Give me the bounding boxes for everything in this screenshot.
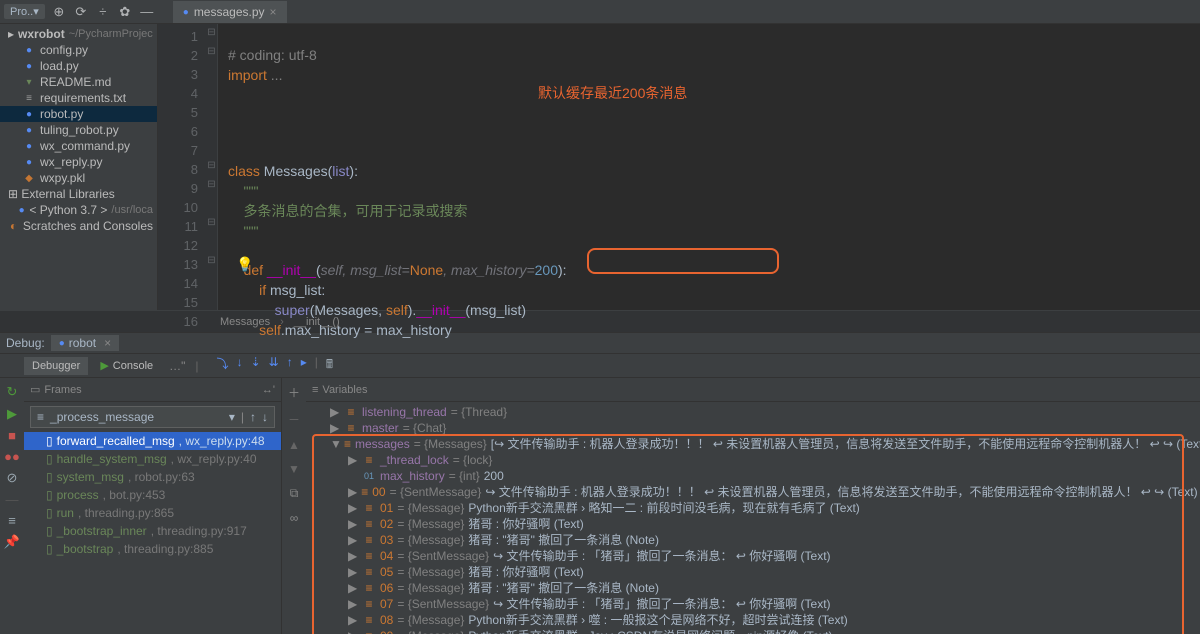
highlight-box-messages <box>312 434 1184 634</box>
down-icon[interactable]: ▼ <box>288 462 300 476</box>
debug-label: Debug: <box>6 336 45 350</box>
code-area[interactable]: # coding: utf-8 import ... class Message… <box>218 24 1200 310</box>
line-gutter: 12345678910111213141516 <box>158 24 206 310</box>
intention-bulb-icon[interactable]: 💡 <box>236 255 253 274</box>
settings-icon[interactable]: ≡ <box>8 513 16 528</box>
tree-file[interactable]: ▾README.md <box>0 74 157 90</box>
run-to-cursor-icon[interactable]: ▸ <box>301 355 307 376</box>
gear-icon[interactable]: ✿ <box>117 4 133 20</box>
debug-tabs: Debugger ▶Console …" | ⤵ ↓ ⇣ ⇊ ↑ ▸ | 🖩 <box>0 354 1200 378</box>
tree-file[interactable]: ●robot.py <box>0 106 157 122</box>
frame-item[interactable]: ▯process, bot.py:453 <box>24 486 281 504</box>
tree-file[interactable]: ●tuling_robot.py <box>0 122 157 138</box>
tree-file[interactable]: ●wx_command.py <box>0 138 157 154</box>
step-out-icon[interactable]: ↑ <box>287 355 293 376</box>
more-icon[interactable]: …" <box>169 359 185 373</box>
tree-root[interactable]: ▸ wxrobot ~/PycharmProjec <box>0 26 157 42</box>
rerun-icon[interactable]: ↻ <box>7 384 18 400</box>
tree-python-sdk[interactable]: ●< Python 3.7 > /usr/loca <box>0 202 157 218</box>
collapse-icon[interactable]: ÷ <box>95 4 111 20</box>
watches-icon[interactable]: ∞ <box>290 511 299 525</box>
up-icon[interactable]: ▲ <box>288 438 300 452</box>
stop-icon[interactable]: ■ <box>8 428 16 443</box>
project-selector[interactable]: Pro..▾ <box>4 4 45 19</box>
thread-icon: ≡ <box>37 410 44 424</box>
vars-rail: ＋ － ▲ ▼ ⧉ ∞ <box>282 378 306 634</box>
tree-file[interactable]: ◆wxpy.pkl <box>0 170 157 186</box>
tree-file[interactable]: ≡requirements.txt <box>0 90 157 106</box>
add-watch-icon[interactable]: ＋ <box>288 384 300 401</box>
target-icon[interactable]: ⊕ <box>51 4 67 20</box>
variables-panel: ≡ Variables ▶≡listening_thread = {Thread}… <box>306 378 1200 634</box>
frame-item[interactable]: ▯_bootstrap_inner, threading.py:917 <box>24 522 281 540</box>
variable-row[interactable]: ▶≡listening_thread = {Thread} <box>306 404 1200 420</box>
minimize-icon[interactable]: — <box>139 4 155 20</box>
step-over-icon[interactable]: ⤵ <box>217 355 229 376</box>
vars-title: Variables <box>322 384 367 396</box>
frame-item[interactable]: ▯_bootstrap, threading.py:885 <box>24 540 281 558</box>
remove-watch-icon[interactable]: － <box>288 411 300 428</box>
mute-breakpoints-icon[interactable]: ⊘ <box>7 470 18 486</box>
annotation-text: 默认缓存最近200条消息 <box>538 84 687 103</box>
tree-file[interactable]: ●load.py <box>0 58 157 74</box>
evaluate-icon[interactable]: 🖩 <box>326 355 333 376</box>
close-icon[interactable]: × <box>104 336 111 350</box>
top-toolbar: Pro..▾ ⊕ ⟳ ÷ ✿ — ● messages.py × <box>0 0 1200 24</box>
python-file-icon: ● <box>183 7 189 18</box>
frames-icon: ▭ <box>30 383 40 396</box>
tab-debugger[interactable]: Debugger <box>24 357 88 375</box>
tree-file[interactable]: ●wx_reply.py <box>0 154 157 170</box>
refresh-icon[interactable]: ⟳ <box>73 4 89 20</box>
frame-item[interactable]: ▯handle_system_msg, wx_reply.py:40 <box>24 450 281 468</box>
tree-scratches[interactable]: ◐Scratches and Consoles <box>0 218 157 234</box>
frame-item[interactable]: ▯forward_recalled_msg, wx_reply.py:48 <box>24 432 281 450</box>
frame-item[interactable]: ▯run, threading.py:865 <box>24 504 281 522</box>
code-editor[interactable]: 12345678910111213141516 ⊟⊟⊟⊟⊟⊟ # coding:… <box>158 24 1200 310</box>
editor-tab[interactable]: ● messages.py × <box>173 1 287 23</box>
project-sidebar: ▸ wxrobot ~/PycharmProjec●config.py●load… <box>0 24 158 310</box>
fold-column: ⊟⊟⊟⊟⊟⊟ <box>206 24 218 310</box>
frame-item[interactable]: ▯system_msg, robot.py:63 <box>24 468 281 486</box>
highlight-box-param <box>587 248 779 274</box>
debug-title-bar: Debug: ● robot × <box>0 332 1200 354</box>
resume-icon[interactable]: ▶ <box>7 406 17 422</box>
debug-config-tab[interactable]: ● robot × <box>51 335 119 351</box>
tree-file[interactable]: ●config.py <box>0 42 157 58</box>
pin-icon[interactable]: 📌 <box>4 534 20 550</box>
tab-filename: messages.py <box>194 5 265 19</box>
close-icon[interactable]: × <box>270 5 277 19</box>
tab-console[interactable]: ▶Console <box>92 356 161 375</box>
view-breakpoints-icon[interactable]: ●● <box>4 449 20 464</box>
debug-left-rail: ↻ ▶ ■ ●● ⊘ — ≡ 📌 <box>0 378 24 634</box>
tree-external-libs[interactable]: ⊞ External Libraries <box>0 186 157 202</box>
next-frame-icon[interactable]: ↓ <box>262 410 268 424</box>
copy-icon[interactable]: ⧉ <box>290 486 299 501</box>
frames-title: Frames <box>44 384 81 396</box>
python-icon: ● <box>59 338 65 349</box>
vars-icon: ≡ <box>312 384 318 396</box>
